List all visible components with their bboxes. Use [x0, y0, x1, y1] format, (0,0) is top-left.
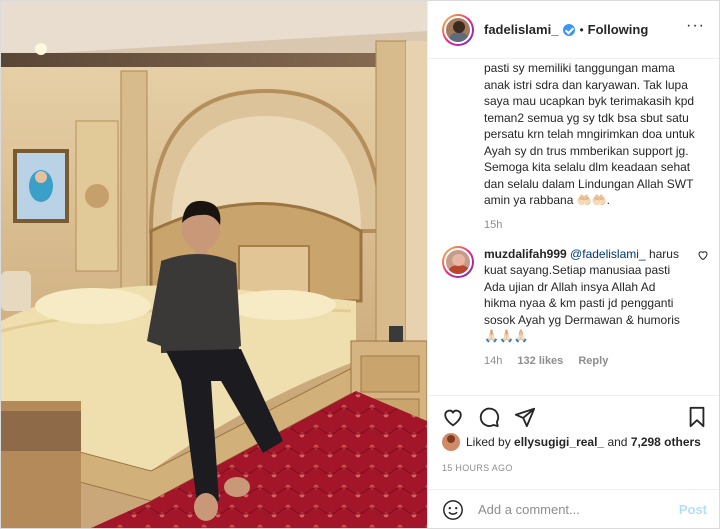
post-side-panel: fadelislami_ • Following ··· pasti sy me…	[427, 1, 719, 528]
save-bookmark-icon[interactable]	[687, 406, 707, 428]
verified-badge-icon	[563, 23, 576, 36]
more-options-icon[interactable]: ···	[686, 18, 705, 34]
instagram-post-modal: fadelislami_ • Following ··· pasti sy me…	[0, 0, 720, 529]
separator-dot: •	[579, 22, 584, 37]
emoji-icon[interactable]	[442, 499, 464, 521]
likes-and: and	[607, 435, 628, 449]
comment-reply-button[interactable]: Reply	[578, 355, 608, 367]
comment-input[interactable]	[478, 502, 678, 517]
post-photo[interactable]	[1, 1, 427, 528]
share-send-icon[interactable]	[514, 406, 536, 428]
caption-text: pasti sy memiliki tanggungan mama anak i…	[484, 61, 695, 207]
author-username[interactable]: fadelislami_	[484, 22, 558, 37]
caption-time[interactable]: 15h	[484, 219, 703, 231]
likes-summary: Liked by ellysugigi_real_ and 7,298 othe…	[442, 433, 709, 451]
author-avatar[interactable]	[442, 13, 474, 46]
liker-username[interactable]: ellysugigi_real_	[514, 435, 604, 449]
liker-avatar[interactable]	[442, 433, 460, 451]
likes-prefix: Liked by	[466, 435, 511, 449]
comment-item: muzdalifah999 @fadelislami_ harus kuat s…	[442, 245, 708, 367]
comment-mention[interactable]: @fadelislami_	[570, 247, 646, 261]
comment-likes[interactable]: 132 likes	[517, 355, 563, 367]
following-button[interactable]: Following	[588, 22, 649, 37]
comment-bubble-icon[interactable]	[478, 406, 500, 428]
post-comment-button[interactable]: Post	[679, 502, 707, 517]
comment-time[interactable]: 14h	[484, 355, 502, 367]
bedroom-photo-illustration	[1, 1, 427, 528]
add-comment-bar: Post	[428, 489, 719, 529]
comment-meta: 14h 132 likes Reply	[484, 355, 683, 367]
likes-count[interactable]: 7,298 others	[631, 435, 701, 449]
comment-like-heart-icon[interactable]	[697, 249, 709, 261]
like-heart-icon[interactable]	[442, 406, 464, 428]
action-bar	[428, 395, 719, 435]
post-timestamp[interactable]: 15 HOURS AGO	[442, 463, 513, 473]
comments-list[interactable]: pasti sy memiliki tanggungan mama anak i…	[428, 59, 719, 395]
post-caption: pasti sy memiliki tanggungan mama anak i…	[484, 59, 703, 209]
commenter-avatar[interactable]	[442, 245, 474, 278]
commenter-username[interactable]: muzdalifah999	[484, 247, 567, 261]
post-header: fadelislami_ • Following ···	[428, 1, 719, 59]
